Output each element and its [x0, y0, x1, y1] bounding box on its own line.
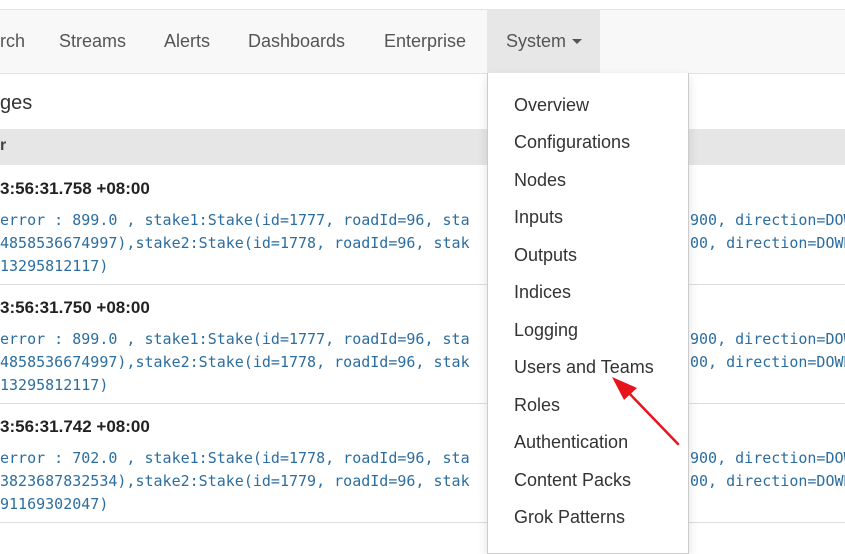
page-title: ges [0, 92, 33, 114]
menu-item-indices[interactable]: Indices [514, 282, 571, 303]
message-line: 3823687832534),stake2:Stake(id=1779, roa… [0, 472, 470, 490]
menu-item-outputs[interactable]: Outputs [514, 245, 577, 266]
message-line: 13295812117) [0, 376, 109, 394]
top-border [0, 0, 845, 10]
menu-item-users-and-teams[interactable]: Users and Teams [514, 357, 654, 378]
message-line: 4858536674997),stake2:Stake(id=1778, roa… [0, 353, 470, 371]
nav-system[interactable]: System [487, 10, 600, 73]
menu-item-nodes[interactable]: Nodes [514, 170, 566, 191]
menu-item-roles[interactable]: Roles [514, 395, 560, 416]
menu-item-inputs[interactable]: Inputs [514, 207, 563, 228]
nav-system-label: System [506, 31, 567, 51]
message-line: error : 899.0 , stake1:Stake(id=1777, ro… [0, 211, 470, 229]
message-line: 91169302047) [0, 495, 109, 513]
nav-enterprise[interactable]: Enterprise [365, 10, 485, 73]
table-row[interactable]: 3:56:31.742 +08:00 error : 702.0 , stake… [0, 403, 845, 523]
message-timestamp: 3:56:31.758 +08:00 [0, 179, 150, 198]
menu-item-grok-patterns[interactable]: Grok Patterns [514, 507, 625, 528]
message-line-right: 00, direction=DOWN [690, 472, 845, 490]
message-line-right: 900, direction=DOW [690, 211, 845, 229]
nav-search[interactable]: rch [0, 10, 29, 73]
message-line-right: 900, direction=DOW [690, 330, 845, 348]
menu-item-content-packs[interactable]: Content Packs [514, 470, 631, 491]
menu-item-overview[interactable]: Overview [514, 95, 589, 116]
nav-dashboards[interactable]: Dashboards [229, 10, 364, 73]
menu-item-logging[interactable]: Logging [514, 320, 578, 341]
message-line: 13295812117) [0, 257, 109, 275]
message-timestamp: 3:56:31.742 +08:00 [0, 417, 150, 436]
table-row[interactable]: 3:56:31.758 +08:00 error : 899.0 , stake… [0, 165, 845, 285]
system-dropdown-menu: Overview Configurations Nodes Inputs Out… [487, 73, 689, 554]
message-timestamp: 3:56:31.750 +08:00 [0, 298, 150, 317]
nav-alerts[interactable]: Alerts [145, 10, 229, 73]
message-line: 4858536674997),stake2:Stake(id=1778, roa… [0, 234, 470, 252]
message-line: error : 899.0 , stake1:Stake(id=1777, ro… [0, 330, 470, 348]
caret-down-icon [572, 38, 583, 44]
navbar: rch Streams Alerts Dashboards Enterprise… [0, 10, 845, 74]
table-header: r [0, 129, 845, 165]
table-header-label: r [0, 137, 7, 154]
menu-item-authentication[interactable]: Authentication [514, 432, 628, 453]
message-line-right: 00, direction=DOWN [690, 234, 845, 252]
main-content: ges r 3:56:31.758 +08:00 error : 899.0 ,… [0, 74, 845, 540]
nav-streams[interactable]: Streams [40, 10, 145, 73]
message-line-right: 00, direction=DOWN [690, 353, 845, 371]
table-row[interactable]: 3:56:31.750 +08:00 error : 899.0 , stake… [0, 284, 845, 404]
menu-item-configurations[interactable]: Configurations [514, 132, 630, 153]
message-line: error : 702.0 , stake1:Stake(id=1778, ro… [0, 449, 470, 467]
message-line-right: 900, direction=DOW [690, 449, 845, 467]
